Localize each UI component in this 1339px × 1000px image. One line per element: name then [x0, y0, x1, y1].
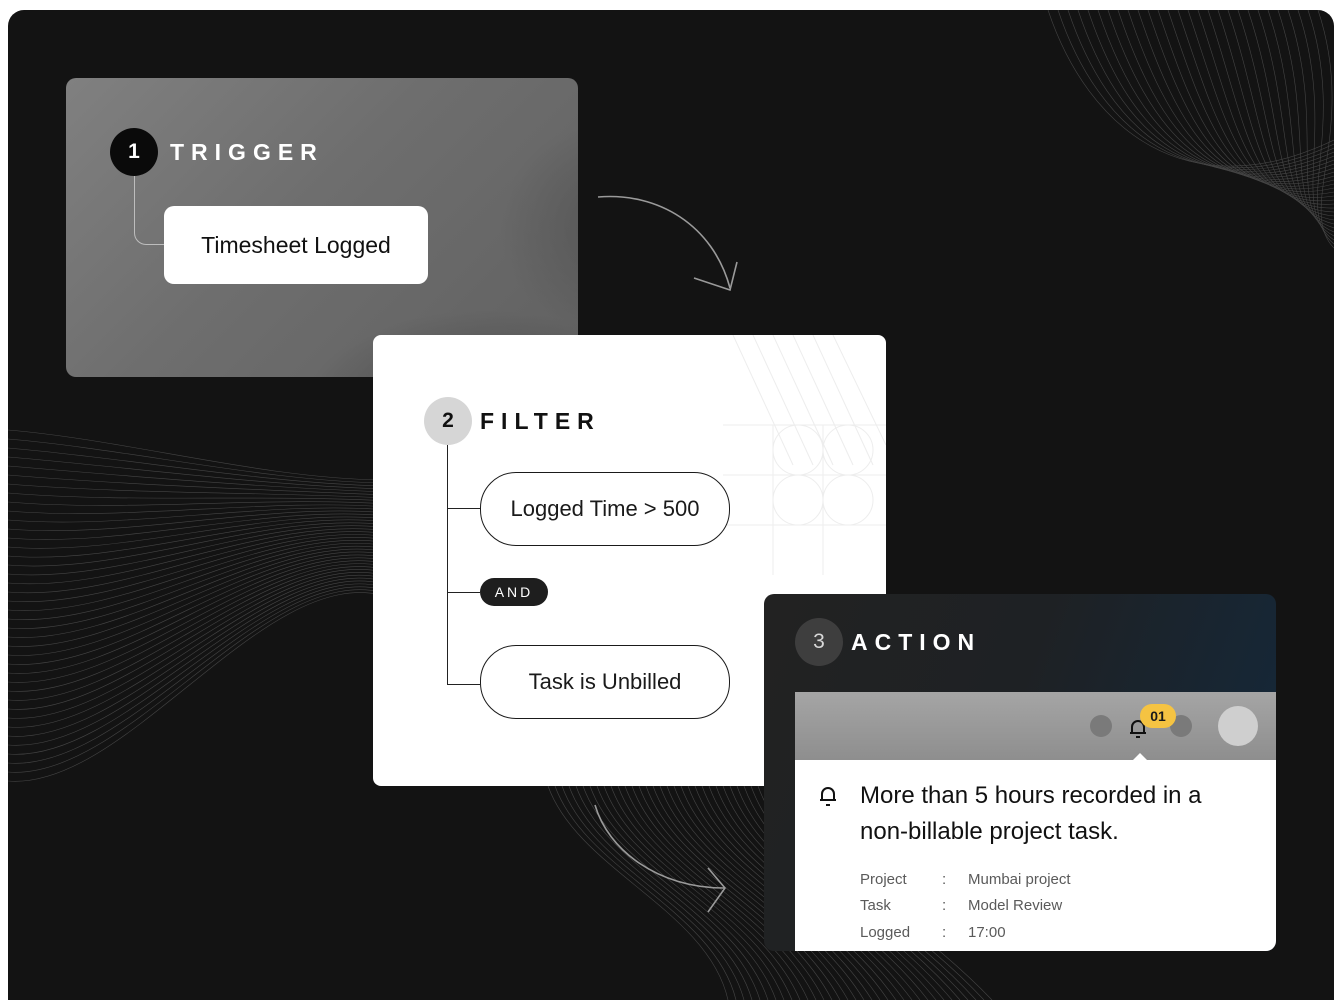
action-card: 3 ACTION 01 More than 5 hours recorded i…	[764, 594, 1276, 951]
detail-separator: :	[942, 924, 947, 941]
trigger-title: TRIGGER	[170, 139, 324, 165]
filter-title: FILTER	[480, 408, 601, 434]
detail-separator: :	[942, 871, 947, 888]
trigger-event[interactable]: Timesheet Logged	[164, 206, 428, 284]
notification-count-badge: 01	[1140, 704, 1176, 728]
detail-value: 17:00	[968, 924, 1006, 941]
filter-branch	[447, 508, 480, 509]
bell-icon	[820, 787, 836, 806]
filter-condition-task-unbilled[interactable]: Task is Unbilled	[480, 645, 730, 719]
trigger-card: 1 TRIGGER Timesheet Logged	[66, 78, 578, 377]
detail-value: Mumbai project	[968, 871, 1071, 888]
action-step-number: 3	[795, 618, 843, 666]
trigger-connector	[134, 176, 165, 245]
avatar[interactable]	[1218, 706, 1258, 746]
flow-arrow-trigger-to-filter	[597, 195, 738, 292]
filter-step-number: 2	[424, 397, 472, 445]
notification-message: More than 5 hours recorded in a non-bill…	[860, 782, 1202, 845]
filter-branch	[447, 592, 480, 593]
detail-label: Task	[860, 897, 891, 914]
filter-connector	[447, 445, 448, 685]
notification-panel: 01 More than 5 hours recorded in a non-b…	[795, 692, 1276, 951]
detail-value: Model Review	[968, 897, 1063, 914]
popover-caret	[1132, 753, 1148, 761]
app-header-bar: 01	[795, 692, 1276, 761]
action-title: ACTION	[851, 629, 982, 655]
filter-condition-logged-time[interactable]: Logged Time > 500	[480, 472, 730, 546]
detail-label: Logged	[860, 924, 911, 941]
detail-separator: :	[942, 897, 947, 914]
header-dot	[1090, 715, 1112, 737]
and-operator-badge: AND	[480, 578, 548, 606]
filter-branch	[447, 684, 480, 685]
detail-label: Project	[860, 871, 907, 888]
workflow-canvas: 1 TRIGGER Timesheet Logged 2 FILTER Logg…	[8, 10, 1334, 1000]
trigger-step-number: 1	[110, 128, 158, 176]
